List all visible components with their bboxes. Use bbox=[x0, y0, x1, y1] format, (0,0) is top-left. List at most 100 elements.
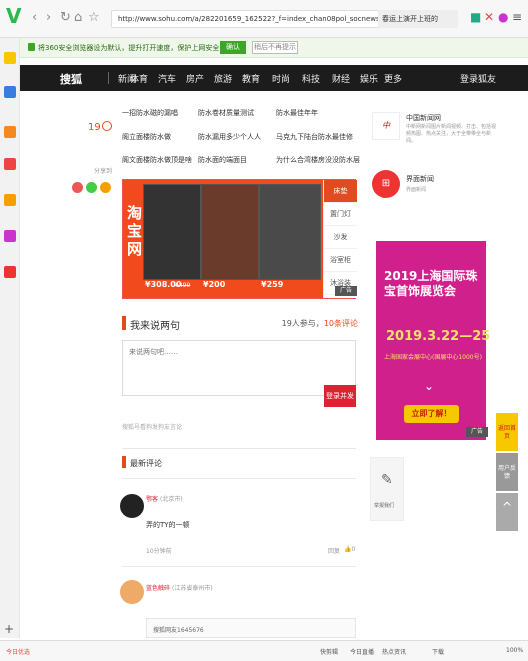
confirm-button[interactable]: 确认 bbox=[220, 41, 246, 54]
comment-user[interactable]: 鄂客 bbox=[146, 494, 158, 503]
like-button[interactable]: 👍0 bbox=[344, 546, 355, 553]
avatar[interactable] bbox=[120, 494, 144, 518]
media-desc: 界面新闻 bbox=[406, 187, 427, 193]
section-marker bbox=[122, 316, 126, 330]
comment-icon[interactable] bbox=[102, 121, 112, 131]
related-link[interactable]: 为什么合湾楼房没没防水层 bbox=[276, 155, 360, 165]
weibo-icon[interactable] bbox=[4, 126, 16, 138]
latest-comments-title: 最新评论 bbox=[130, 459, 162, 468]
game-icon[interactable] bbox=[4, 266, 16, 278]
ad-brand: 淘宝网 bbox=[127, 204, 143, 258]
related-link[interactable]: 防水漏用多少个人人 bbox=[198, 132, 261, 142]
nav-item[interactable]: 房产 bbox=[186, 72, 204, 85]
ad-category[interactable]: 浴室柜 bbox=[324, 249, 357, 272]
related-link[interactable]: 防水卷材质量测试 bbox=[198, 108, 254, 118]
comment-user[interactable]: 蓝色触碎 bbox=[146, 583, 170, 592]
expo-ad[interactable]: 2019上海国际珠宝首饰展览会 2019.3.22—25 上海国家会展中心(国展… bbox=[376, 241, 490, 440]
address-bar[interactable]: http://www.sohu.com/a/282201659_162522?_… bbox=[111, 10, 411, 28]
later-button[interactable]: 稍后不再提示 bbox=[252, 41, 298, 54]
sohu-logo[interactable]: 搜狐 bbox=[60, 71, 82, 87]
back-icon[interactable]: ‹ bbox=[32, 10, 37, 25]
back-to-top-button[interactable]: ^ bbox=[496, 493, 518, 531]
ad-price: ¥259 bbox=[261, 280, 284, 289]
extension-icon[interactable]: ● bbox=[498, 10, 508, 24]
feedback-button[interactable]: 用户反馈 bbox=[496, 453, 518, 491]
related-link[interactable]: 防水最佳年年 bbox=[276, 108, 318, 118]
add-icon[interactable]: + bbox=[4, 622, 16, 636]
related-link[interactable]: 阁立面楼防水做 bbox=[122, 132, 171, 142]
nav-item-more[interactable]: 更多 bbox=[384, 72, 402, 85]
post-comment-button[interactable]: 登录并发表 bbox=[324, 385, 356, 422]
edit-icon: ✎ bbox=[381, 472, 393, 488]
report-card[interactable]: ✎ 举报我们 bbox=[370, 457, 404, 521]
comment-location: (江苏省泰州市) bbox=[172, 585, 213, 592]
nav-item[interactable]: 汽车 bbox=[158, 72, 176, 85]
zoom-level[interactable]: 100% bbox=[506, 647, 523, 654]
forward-icon[interactable]: › bbox=[46, 10, 51, 25]
related-link[interactable]: 阁文面楼防水做顶是啥 bbox=[122, 155, 192, 165]
related-link[interactable]: 马克九下陆台防水最佳修 bbox=[276, 132, 353, 142]
comment-input[interactable] bbox=[122, 340, 356, 396]
comment-count[interactable]: 19 bbox=[88, 122, 101, 133]
related-link[interactable]: 防水面的端面目 bbox=[198, 155, 247, 165]
sidebar-app-icon[interactable] bbox=[4, 86, 16, 98]
reply-link[interactable]: 回复 bbox=[328, 546, 340, 555]
nav-item[interactable]: 财经 bbox=[332, 72, 350, 85]
home-icon[interactable]: ⌂ bbox=[74, 10, 82, 25]
media-name[interactable]: 中国新闻网 bbox=[406, 113, 441, 123]
ad-old-price: ¥499 bbox=[175, 282, 191, 289]
search-box[interactable]: 春运上演开上班的 bbox=[378, 10, 458, 28]
divider bbox=[122, 478, 356, 479]
comment-total[interactable]: 10条评论 bbox=[324, 319, 358, 328]
status-item[interactable]: 今日直播 bbox=[350, 647, 374, 656]
nav-item[interactable]: 体育 bbox=[130, 72, 148, 85]
share-label: 分享到 bbox=[94, 168, 113, 175]
sidebar-app-icon[interactable] bbox=[4, 230, 16, 242]
weibo-share-icon[interactable] bbox=[72, 182, 83, 193]
media-logo[interactable]: ⊞ bbox=[372, 170, 400, 198]
chevron-down-icon: ⌄ bbox=[424, 379, 435, 393]
browser-logo-icon: V bbox=[6, 4, 22, 28]
back-home-button[interactable]: 返回首页 bbox=[496, 413, 518, 451]
media-name[interactable]: 界面新闻 bbox=[406, 174, 434, 184]
nav-item[interactable]: 科技 bbox=[302, 72, 320, 85]
divider bbox=[122, 566, 356, 567]
related-link[interactable]: 一招防水磁的漏唱 bbox=[122, 108, 178, 118]
ad-category[interactable]: 沙发 bbox=[324, 226, 357, 249]
notes-icon[interactable] bbox=[4, 194, 16, 206]
expo-place: 上海国家会展中心(国展中心1000号) bbox=[384, 354, 482, 361]
wechat-share-icon[interactable] bbox=[86, 182, 97, 193]
extension-icon[interactable]: ✕ bbox=[484, 10, 494, 24]
media-logo[interactable]: 中 bbox=[372, 112, 400, 140]
browser-status-bar: 今日优选 快剪辑 今日直播 热点资讯 下载 100% bbox=[0, 640, 528, 661]
participant-count: 19人参与， bbox=[281, 319, 324, 328]
comment-stats: 19人参与，10条评论 bbox=[282, 318, 358, 329]
login-link[interactable]: 登录狐友 bbox=[460, 72, 496, 85]
taobao-ad[interactable]: 淘宝网 ¥308.00 ¥499 ¥200 ¥259 床垫 置门灯 沙发 浴室柜… bbox=[122, 179, 357, 299]
like-count: 0 bbox=[351, 546, 356, 553]
status-item[interactable]: 下载 bbox=[432, 647, 444, 656]
menu-icon[interactable]: ≡ bbox=[512, 10, 522, 24]
status-left[interactable]: 今日优选 bbox=[6, 647, 30, 656]
status-item[interactable]: 快剪辑 bbox=[320, 647, 338, 656]
nav-item[interactable]: 教育 bbox=[242, 72, 260, 85]
ad-category[interactable]: 置门灯 bbox=[324, 203, 357, 226]
sidebar-app-icon[interactable] bbox=[4, 158, 16, 170]
nav-item[interactable]: 娱乐 bbox=[360, 72, 378, 85]
favorites-icon[interactable] bbox=[4, 52, 16, 64]
avatar[interactable] bbox=[120, 580, 144, 604]
nav-item[interactable]: 时尚 bbox=[272, 72, 290, 85]
learn-more-button[interactable]: 立即了解！ bbox=[404, 405, 459, 423]
reply-box[interactable]: 搜狐网友1645676 bbox=[146, 618, 356, 638]
reply-user: 搜狐网友1645676 bbox=[153, 627, 204, 634]
ad-category[interactable]: 床垫 bbox=[324, 180, 357, 203]
qzone-share-icon[interactable] bbox=[100, 182, 111, 193]
extension-icon[interactable]: ■ bbox=[470, 10, 481, 24]
status-item[interactable]: 热点资讯 bbox=[382, 647, 406, 656]
star-icon[interactable]: ☆ bbox=[88, 10, 100, 25]
comment-title: 我来说两句 bbox=[130, 321, 180, 332]
nav-item[interactable]: 旅游 bbox=[214, 72, 232, 85]
media-desc: 中新网新闻图片新闻视频、打击、包括视频热图、热点关注，大于全带带全与新闻。 bbox=[406, 124, 497, 144]
comment-text: 弄的TY的一顿 bbox=[146, 521, 190, 529]
refresh-icon[interactable]: ↻ bbox=[60, 10, 71, 25]
